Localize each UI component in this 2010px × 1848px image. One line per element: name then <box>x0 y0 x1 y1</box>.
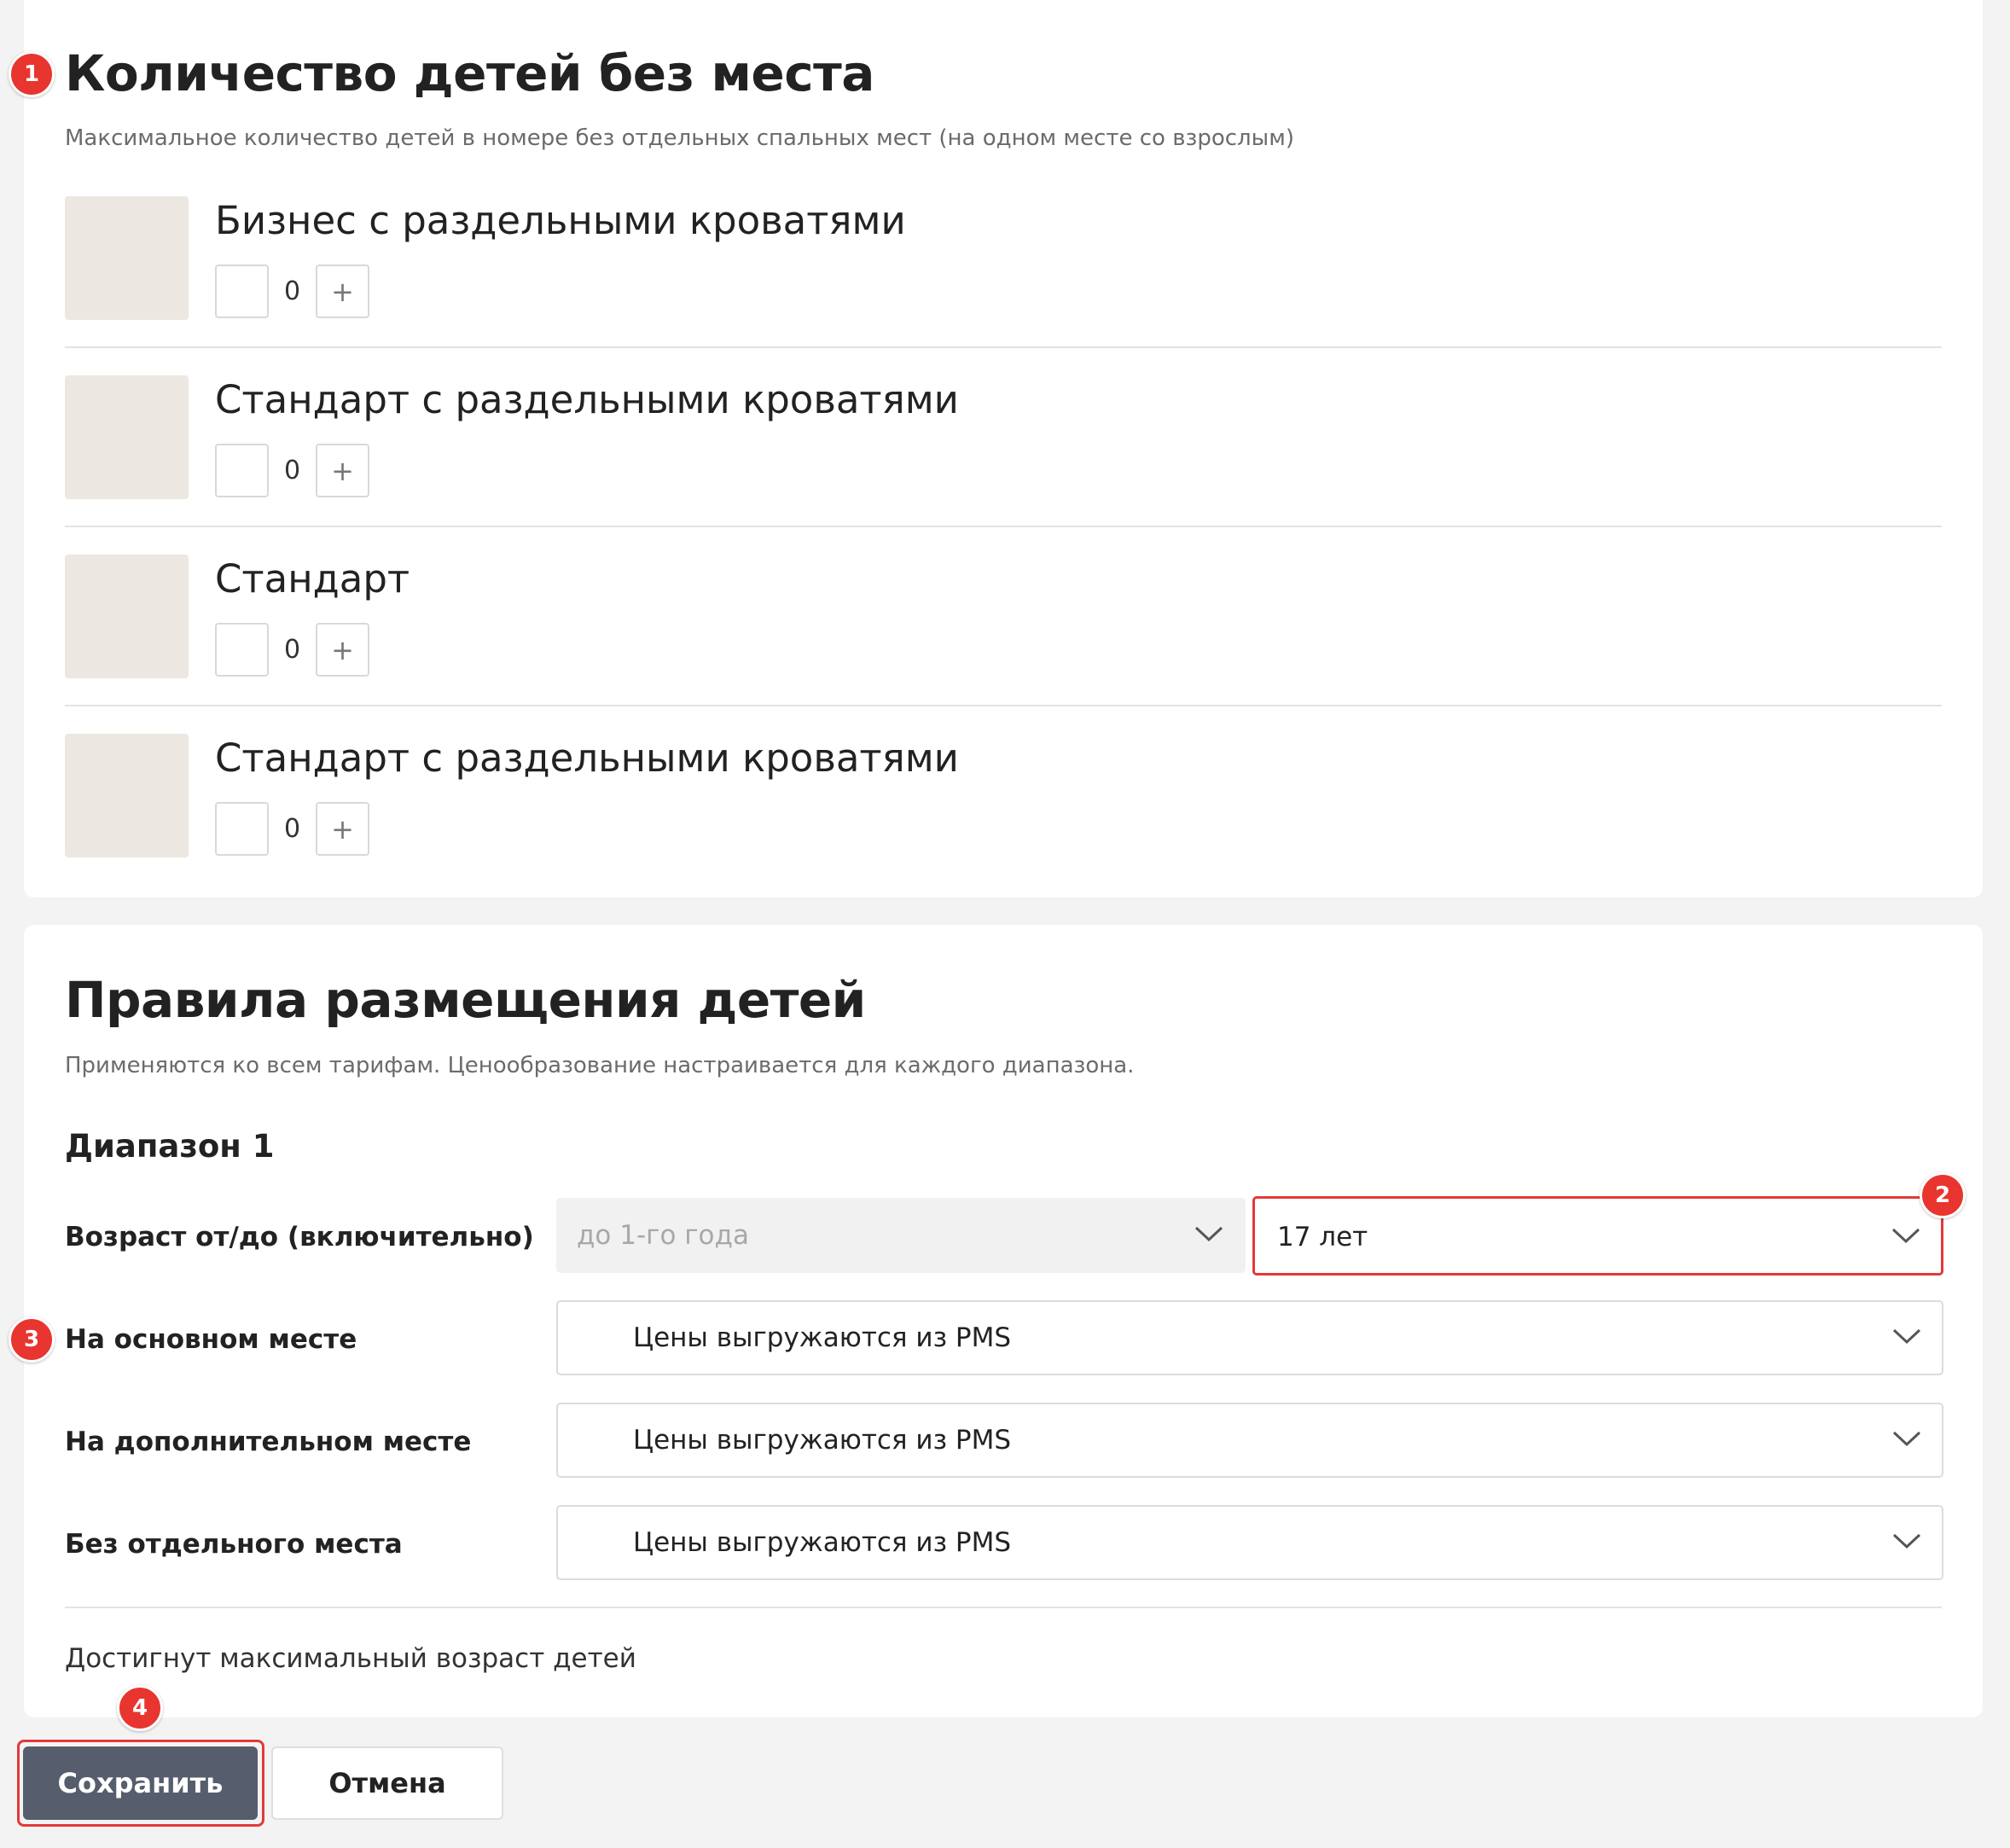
decrement-button[interactable] <box>215 264 269 318</box>
no-place-value: Цены выгружаются из PMS <box>633 1527 1012 1558</box>
range-title: Диапазон 1 <box>65 1128 275 1165</box>
divider <box>65 346 1942 348</box>
decrement-button[interactable] <box>215 802 269 856</box>
increment-button[interactable]: + <box>316 444 369 497</box>
main-place-label: На основном месте <box>65 1324 357 1355</box>
decrement-button[interactable] <box>215 623 269 677</box>
age-label: Возраст от/до (включительно) <box>65 1222 534 1252</box>
section-subtitle: Максимальное количество детей в номере б… <box>65 125 1294 151</box>
extra-place-label: На дополнительном месте <box>65 1427 472 1457</box>
chevron-down-icon <box>1892 1431 1921 1447</box>
age-to-select[interactable]: 17 лет <box>1252 1196 1943 1276</box>
divider <box>65 1607 1942 1608</box>
age-to-value: 17 лет <box>1277 1222 1368 1252</box>
max-age-note: Достигнут максимальный возраст детей <box>65 1643 636 1674</box>
room-count: 0 <box>283 276 301 306</box>
save-button[interactable]: Сохранить <box>23 1746 258 1820</box>
annotation-badge-4: 4 <box>117 1685 163 1731</box>
divider <box>65 705 1942 706</box>
room-count: 0 <box>283 456 301 485</box>
chevron-down-icon <box>1891 1228 1920 1244</box>
age-from-value: до 1-го года <box>577 1220 749 1251</box>
increment-button[interactable]: + <box>316 802 369 856</box>
room-thumbnail <box>65 375 189 499</box>
increment-button[interactable]: + <box>316 264 369 318</box>
section-subtitle: Применяются ко всем тарифам. Ценообразов… <box>65 1053 1135 1078</box>
increment-button[interactable]: + <box>316 623 369 677</box>
room-name: Стандарт с раздельными кроватями <box>215 735 959 781</box>
section-title: Правила размещения детей <box>65 971 866 1029</box>
room-name: Стандарт с раздельными кроватями <box>215 377 959 422</box>
room-thumbnail <box>65 734 189 857</box>
chevron-down-icon <box>1892 1533 1921 1549</box>
room-name: Бизнес с раздельными кроватями <box>215 198 906 243</box>
annotation-badge-2: 2 <box>1920 1172 1966 1218</box>
chevron-down-icon <box>1194 1226 1223 1242</box>
room-item: Стандарт с раздельными кроватями 0 + <box>65 734 1942 913</box>
no-place-label: Без отдельного места <box>65 1529 403 1560</box>
room-item: Стандарт с раздельными кроватями 0 + <box>65 375 1942 555</box>
room-count: 0 <box>283 814 301 844</box>
cancel-button[interactable]: Отмена <box>271 1746 503 1820</box>
room-thumbnail <box>65 555 189 678</box>
room-thumbnail <box>65 196 189 320</box>
room-name: Стандарт <box>215 556 410 601</box>
decrement-button[interactable] <box>215 444 269 497</box>
age-from-select[interactable]: до 1-го года <box>556 1198 1246 1273</box>
children-rules-card: Правила размещения детей Применяются ко … <box>24 925 1983 1717</box>
chevron-down-icon <box>1892 1328 1921 1345</box>
no-place-select[interactable]: Цены выгружаются из PMS <box>556 1505 1943 1580</box>
main-place-select[interactable]: Цены выгружаются из PMS <box>556 1300 1943 1375</box>
annotation-badge-3: 3 <box>9 1316 55 1363</box>
extra-place-select[interactable]: Цены выгружаются из PMS <box>556 1403 1943 1478</box>
room-item: Стандарт 0 + <box>65 555 1942 734</box>
divider <box>65 526 1942 527</box>
annotation-badge-1: 1 <box>9 51 55 97</box>
main-place-value: Цены выгружаются из PMS <box>633 1322 1012 1353</box>
section-title: Количество детей без места <box>65 44 874 102</box>
room-count: 0 <box>283 635 301 665</box>
children-without-place-card: Количество детей без места Максимальное … <box>24 0 1983 898</box>
extra-place-value: Цены выгружаются из PMS <box>633 1425 1012 1456</box>
room-item: Бизнес с раздельными кроватями 0 + <box>65 196 1942 375</box>
